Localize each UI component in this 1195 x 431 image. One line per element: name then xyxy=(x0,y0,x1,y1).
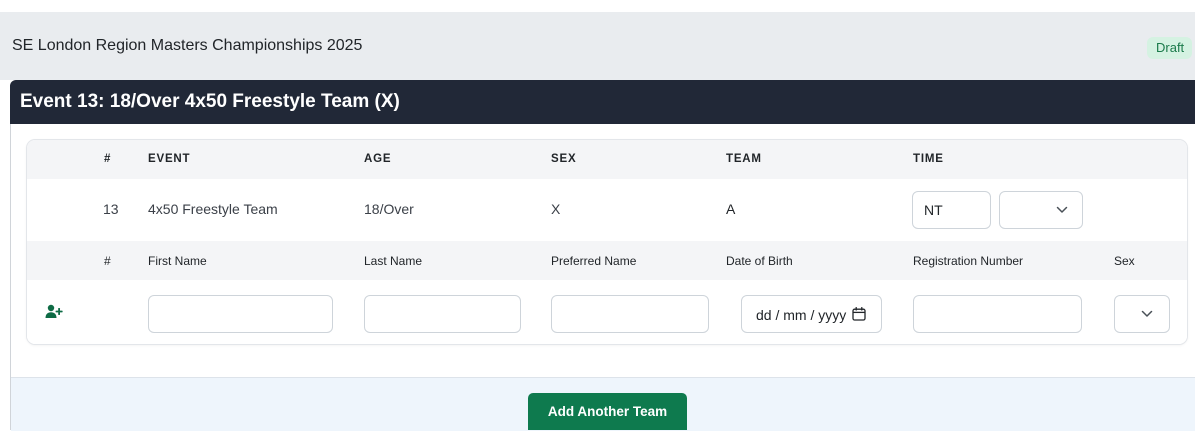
date-of-birth-placeholder: dd / mm / yyyy xyxy=(756,307,847,323)
time-unit-select[interactable] xyxy=(999,191,1083,229)
col-number: # xyxy=(104,153,112,165)
championship-title: SE London Region Masters Championships 2… xyxy=(12,37,363,54)
swimmer-sex-select[interactable] xyxy=(1114,295,1170,333)
swimmer-col-preferred-name: Preferred Name xyxy=(551,254,637,268)
swimmer-table-header: # First Name Last Name Preferred Name Da… xyxy=(27,241,1187,280)
chevron-down-icon xyxy=(1141,310,1153,317)
col-team: TEAM xyxy=(726,153,762,165)
col-age: AGE xyxy=(364,153,392,165)
last-name-input[interactable] xyxy=(364,295,521,333)
page-top-strip xyxy=(0,0,1195,12)
time-input[interactable] xyxy=(912,191,991,229)
swimmer-col-number: # xyxy=(104,254,111,268)
swimmer-col-registration-number: Registration Number xyxy=(913,254,1024,268)
team-row: 13 4x50 Freestyle Team 18/Over X A xyxy=(27,179,1187,241)
swimmer-col-last-name: Last Name xyxy=(364,254,423,268)
swimmer-row: dd / mm / yyyy xyxy=(27,280,1187,344)
preferred-name-input[interactable] xyxy=(551,295,709,333)
event-header: Event 13: 18/Over 4x50 Freestyle Team (X… xyxy=(10,80,1195,124)
date-of-birth-input[interactable]: dd / mm / yyyy xyxy=(741,295,882,333)
team-sex: X xyxy=(551,201,561,217)
user-plus-icon[interactable] xyxy=(45,304,63,319)
first-name-input[interactable] xyxy=(148,295,333,333)
team-event-name: 4x50 Freestyle Team xyxy=(148,201,278,217)
col-time: TIME xyxy=(913,153,944,165)
status-badge: Draft xyxy=(1147,37,1193,59)
calendar-icon[interactable] xyxy=(852,307,866,321)
team-table-header: # EVENT AGE SEX TEAM TIME xyxy=(27,140,1187,179)
col-sex: SEX xyxy=(551,153,577,165)
team-age: 18/Over xyxy=(364,201,414,217)
swimmer-col-date-of-birth: Date of Birth xyxy=(726,254,793,268)
team-entry-card: # EVENT AGE SEX TEAM TIME 13 4x50 Freest… xyxy=(27,140,1187,344)
registration-number-input[interactable] xyxy=(913,295,1082,333)
swimmer-col-sex: Sex xyxy=(1114,254,1135,268)
team-letter: A xyxy=(726,201,736,217)
swimmer-col-first-name: First Name xyxy=(148,254,207,268)
col-event: EVENT xyxy=(148,153,191,165)
event-title: Event 13: 18/Over 4x50 Freestyle Team (X… xyxy=(20,91,400,112)
team-event-number: 13 xyxy=(103,201,119,217)
add-another-team-button[interactable]: Add Another Team xyxy=(528,393,687,430)
chevron-down-icon xyxy=(1056,206,1068,213)
